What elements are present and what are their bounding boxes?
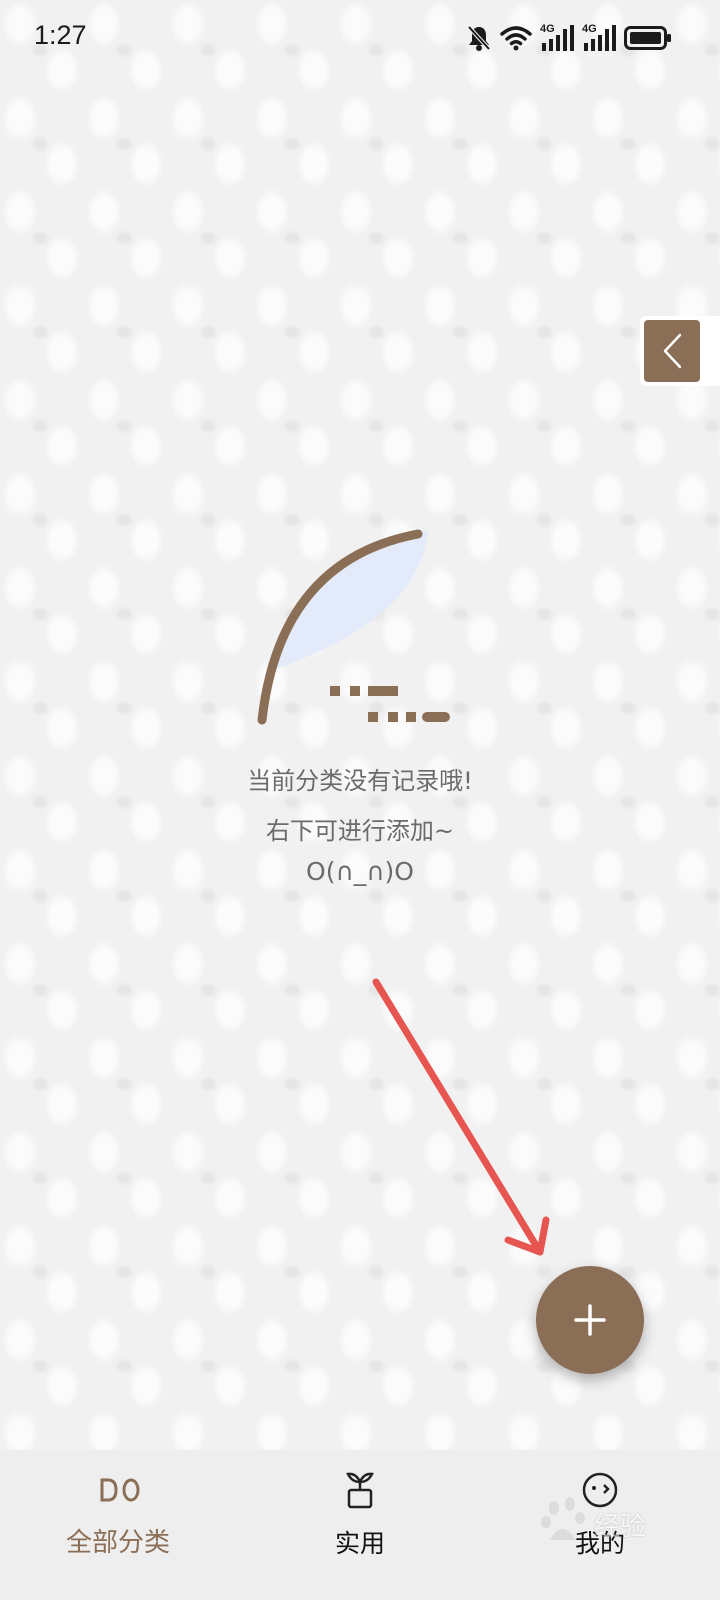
empty-state-message: 当前分类没有记录哦! <box>247 767 473 795</box>
side-drawer-tab-button[interactable] <box>644 320 700 382</box>
status-bar: 1:27 4G 4G <box>0 0 720 76</box>
nav-item-practical[interactable]: 实用 <box>240 1450 480 1600</box>
side-drawer-tab[interactable] <box>640 316 720 386</box>
annotation-arrow-icon <box>360 970 570 1270</box>
watermark-text: 经验 <box>594 1512 647 1542</box>
status-icons: 4G 4G <box>466 22 672 54</box>
signal-4g-icon: 4G <box>540 23 574 53</box>
wifi-icon <box>500 25 532 51</box>
battery-icon <box>624 26 672 50</box>
nav-label: 全部分类 <box>65 1528 170 1558</box>
signal-4g-icon: 4G <box>582 23 616 53</box>
do-logo-icon <box>100 1470 140 1510</box>
empty-state-emoticon: O(∩_∩)O <box>306 857 414 886</box>
nav-item-all-categories[interactable]: 全部分类 <box>0 1450 240 1600</box>
sprout-icon <box>340 1470 380 1510</box>
chevron-left-icon <box>660 332 684 374</box>
empty-state-illustration <box>250 520 460 730</box>
add-record-button[interactable] <box>536 1266 644 1374</box>
bell-off-icon <box>466 24 492 52</box>
nav-label: 实用 <box>334 1529 385 1558</box>
status-time: 1:27 <box>34 20 87 50</box>
baidu-watermark: 经验 <box>540 1492 710 1552</box>
empty-state-hint: 右下可进行添加~ <box>265 817 455 845</box>
